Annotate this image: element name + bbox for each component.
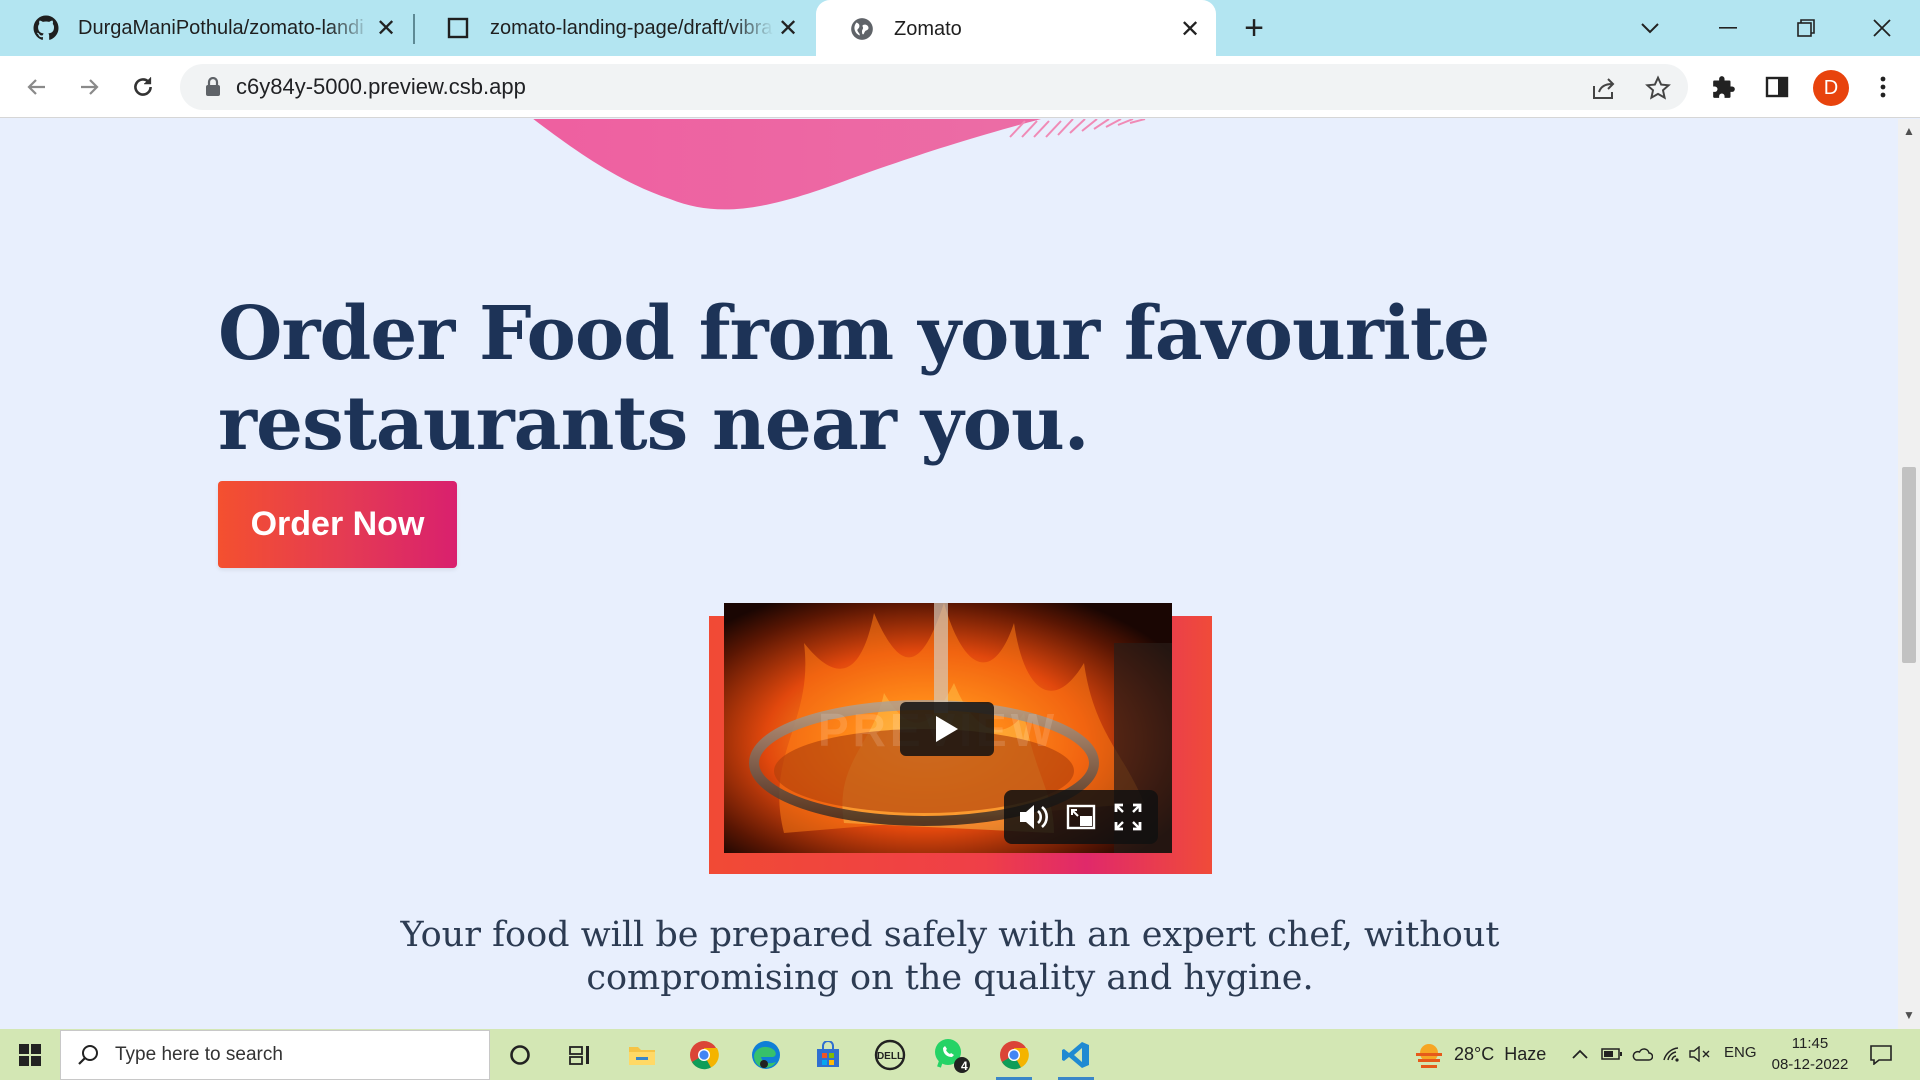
globe-icon bbox=[848, 15, 876, 43]
tab-title: DurgaManiPothula/zomato-landi bbox=[78, 16, 364, 39]
file-explorer-icon[interactable] bbox=[620, 1034, 664, 1076]
notification-icon[interactable] bbox=[1866, 1041, 1896, 1069]
back-button[interactable] bbox=[16, 66, 58, 108]
window-close-button[interactable] bbox=[1852, 0, 1912, 56]
windows-taskbar: Type here to search DELL 4 28°C Haze ENG… bbox=[0, 1029, 1920, 1080]
bookmark-star-icon[interactable] bbox=[1644, 74, 1672, 102]
url-text[interactable]: c6y84y-5000.preview.csb.app bbox=[236, 74, 526, 100]
weather-temp: 28°C bbox=[1454, 1044, 1495, 1064]
chrome-icon[interactable] bbox=[682, 1034, 726, 1076]
weather-desc: Haze bbox=[1504, 1044, 1547, 1064]
clock-date: 08-12-2022 bbox=[1771, 1056, 1849, 1073]
play-button[interactable] bbox=[900, 702, 994, 756]
whatsapp-badge: 4 bbox=[961, 1059, 968, 1073]
windows-logo-icon bbox=[19, 1043, 41, 1066]
battery-icon[interactable] bbox=[1600, 1041, 1624, 1067]
forward-button[interactable] bbox=[68, 66, 110, 108]
minimize-button[interactable] bbox=[1698, 0, 1758, 56]
scroll-down-arrow-icon[interactable]: ▼ bbox=[1903, 1009, 1915, 1021]
task-view-icon[interactable] bbox=[558, 1034, 602, 1076]
onedrive-cloud-icon[interactable] bbox=[1630, 1041, 1654, 1067]
scrollbar-thumb[interactable] bbox=[1902, 467, 1916, 663]
close-icon[interactable]: ✕ bbox=[372, 14, 400, 42]
video-controls bbox=[1004, 790, 1158, 844]
tab-github[interactable]: DurgaManiPothula/zomato-landi ✕ bbox=[0, 0, 412, 56]
tab-title: Zomato bbox=[894, 17, 962, 40]
close-icon[interactable]: ✕ bbox=[774, 14, 802, 42]
edge-icon[interactable] bbox=[744, 1034, 788, 1076]
subtext-line-2: compromising on the quality and hygine. bbox=[586, 958, 1314, 998]
wifi-icon[interactable] bbox=[1660, 1041, 1684, 1067]
reload-button[interactable] bbox=[122, 66, 164, 108]
github-icon bbox=[32, 14, 60, 42]
extensions-puzzle-icon[interactable] bbox=[1709, 72, 1739, 102]
codesandbox-icon bbox=[444, 14, 472, 42]
new-tab-button[interactable]: + bbox=[1236, 9, 1272, 47]
volume-muted-icon[interactable] bbox=[1688, 1041, 1712, 1067]
fullscreen-icon[interactable] bbox=[1110, 799, 1146, 835]
dell-icon[interactable]: DELL bbox=[868, 1034, 912, 1076]
tab-title: zomato-landing-page/draft/vibra bbox=[490, 16, 773, 39]
kebab-menu-icon[interactable] bbox=[1868, 72, 1898, 102]
share-icon[interactable] bbox=[1590, 74, 1618, 102]
page-viewport: Order Food from your favourite restauran… bbox=[0, 119, 1898, 1029]
subtext-line-1: Your food will be prepared safely with a… bbox=[400, 915, 1500, 955]
page-headline: Order Food from your favourite restauran… bbox=[218, 289, 1518, 469]
decorative-blob bbox=[533, 119, 1146, 210]
tab-codesandbox[interactable]: zomato-landing-page/draft/vibra ✕ bbox=[412, 0, 814, 56]
chrome-active-icon[interactable] bbox=[992, 1034, 1036, 1080]
weather-widget[interactable]: 28°C Haze bbox=[1414, 1029, 1546, 1080]
address-bar[interactable]: c6y84y-5000.preview.csb.app bbox=[180, 64, 1688, 110]
taskbar-search[interactable]: Type here to search bbox=[60, 1030, 490, 1080]
headline-line-1: Order Food from your favourite bbox=[218, 291, 1490, 377]
volume-icon[interactable] bbox=[1016, 799, 1052, 835]
browser-toolbar: c6y84y-5000.preview.csb.app D bbox=[0, 56, 1920, 118]
whatsapp-icon[interactable]: 4 bbox=[930, 1034, 974, 1076]
video-player[interactable]: PREVIEW bbox=[724, 603, 1172, 853]
chevron-up-icon[interactable] bbox=[1568, 1041, 1592, 1067]
tab-strip: DurgaManiPothula/zomato-landi ✕ zomato-l… bbox=[0, 0, 1920, 58]
close-icon[interactable]: ✕ bbox=[1176, 15, 1204, 43]
tab-zomato[interactable]: Zomato ✕ bbox=[816, 0, 1216, 58]
microsoft-store-icon[interactable] bbox=[806, 1034, 850, 1076]
restore-button[interactable] bbox=[1776, 0, 1836, 56]
windows-start-button[interactable] bbox=[0, 1029, 60, 1080]
profile-avatar[interactable]: D bbox=[1813, 70, 1849, 106]
system-clock[interactable]: 11:45 08-12-2022 bbox=[1760, 1033, 1860, 1075]
vscode-icon[interactable] bbox=[1054, 1034, 1098, 1080]
play-icon bbox=[936, 716, 958, 742]
svg-text:DELL: DELL bbox=[877, 1051, 903, 1062]
cortana-icon[interactable] bbox=[498, 1034, 542, 1076]
headline-line-2: restaurants near you. bbox=[218, 381, 1090, 467]
clock-time: 11:45 bbox=[1791, 1035, 1829, 1052]
page-subtext: Your food will be prepared safely with a… bbox=[380, 914, 1520, 1000]
picture-in-picture-icon[interactable] bbox=[1063, 799, 1099, 835]
language-indicator[interactable]: ENG bbox=[1724, 1044, 1757, 1061]
order-now-button[interactable]: Order Now bbox=[218, 481, 457, 568]
page-scrollbar[interactable]: ▲ ▼ bbox=[1898, 119, 1920, 1029]
tab-search-chevron-icon[interactable] bbox=[1620, 0, 1680, 56]
side-panel-icon[interactable] bbox=[1762, 72, 1792, 102]
search-placeholder: Type here to search bbox=[115, 1044, 283, 1065]
lock-icon[interactable] bbox=[204, 77, 222, 97]
search-icon bbox=[75, 1042, 101, 1068]
scroll-up-arrow-icon[interactable]: ▲ bbox=[1903, 125, 1915, 137]
haze-sun-icon bbox=[1416, 1043, 1442, 1068]
